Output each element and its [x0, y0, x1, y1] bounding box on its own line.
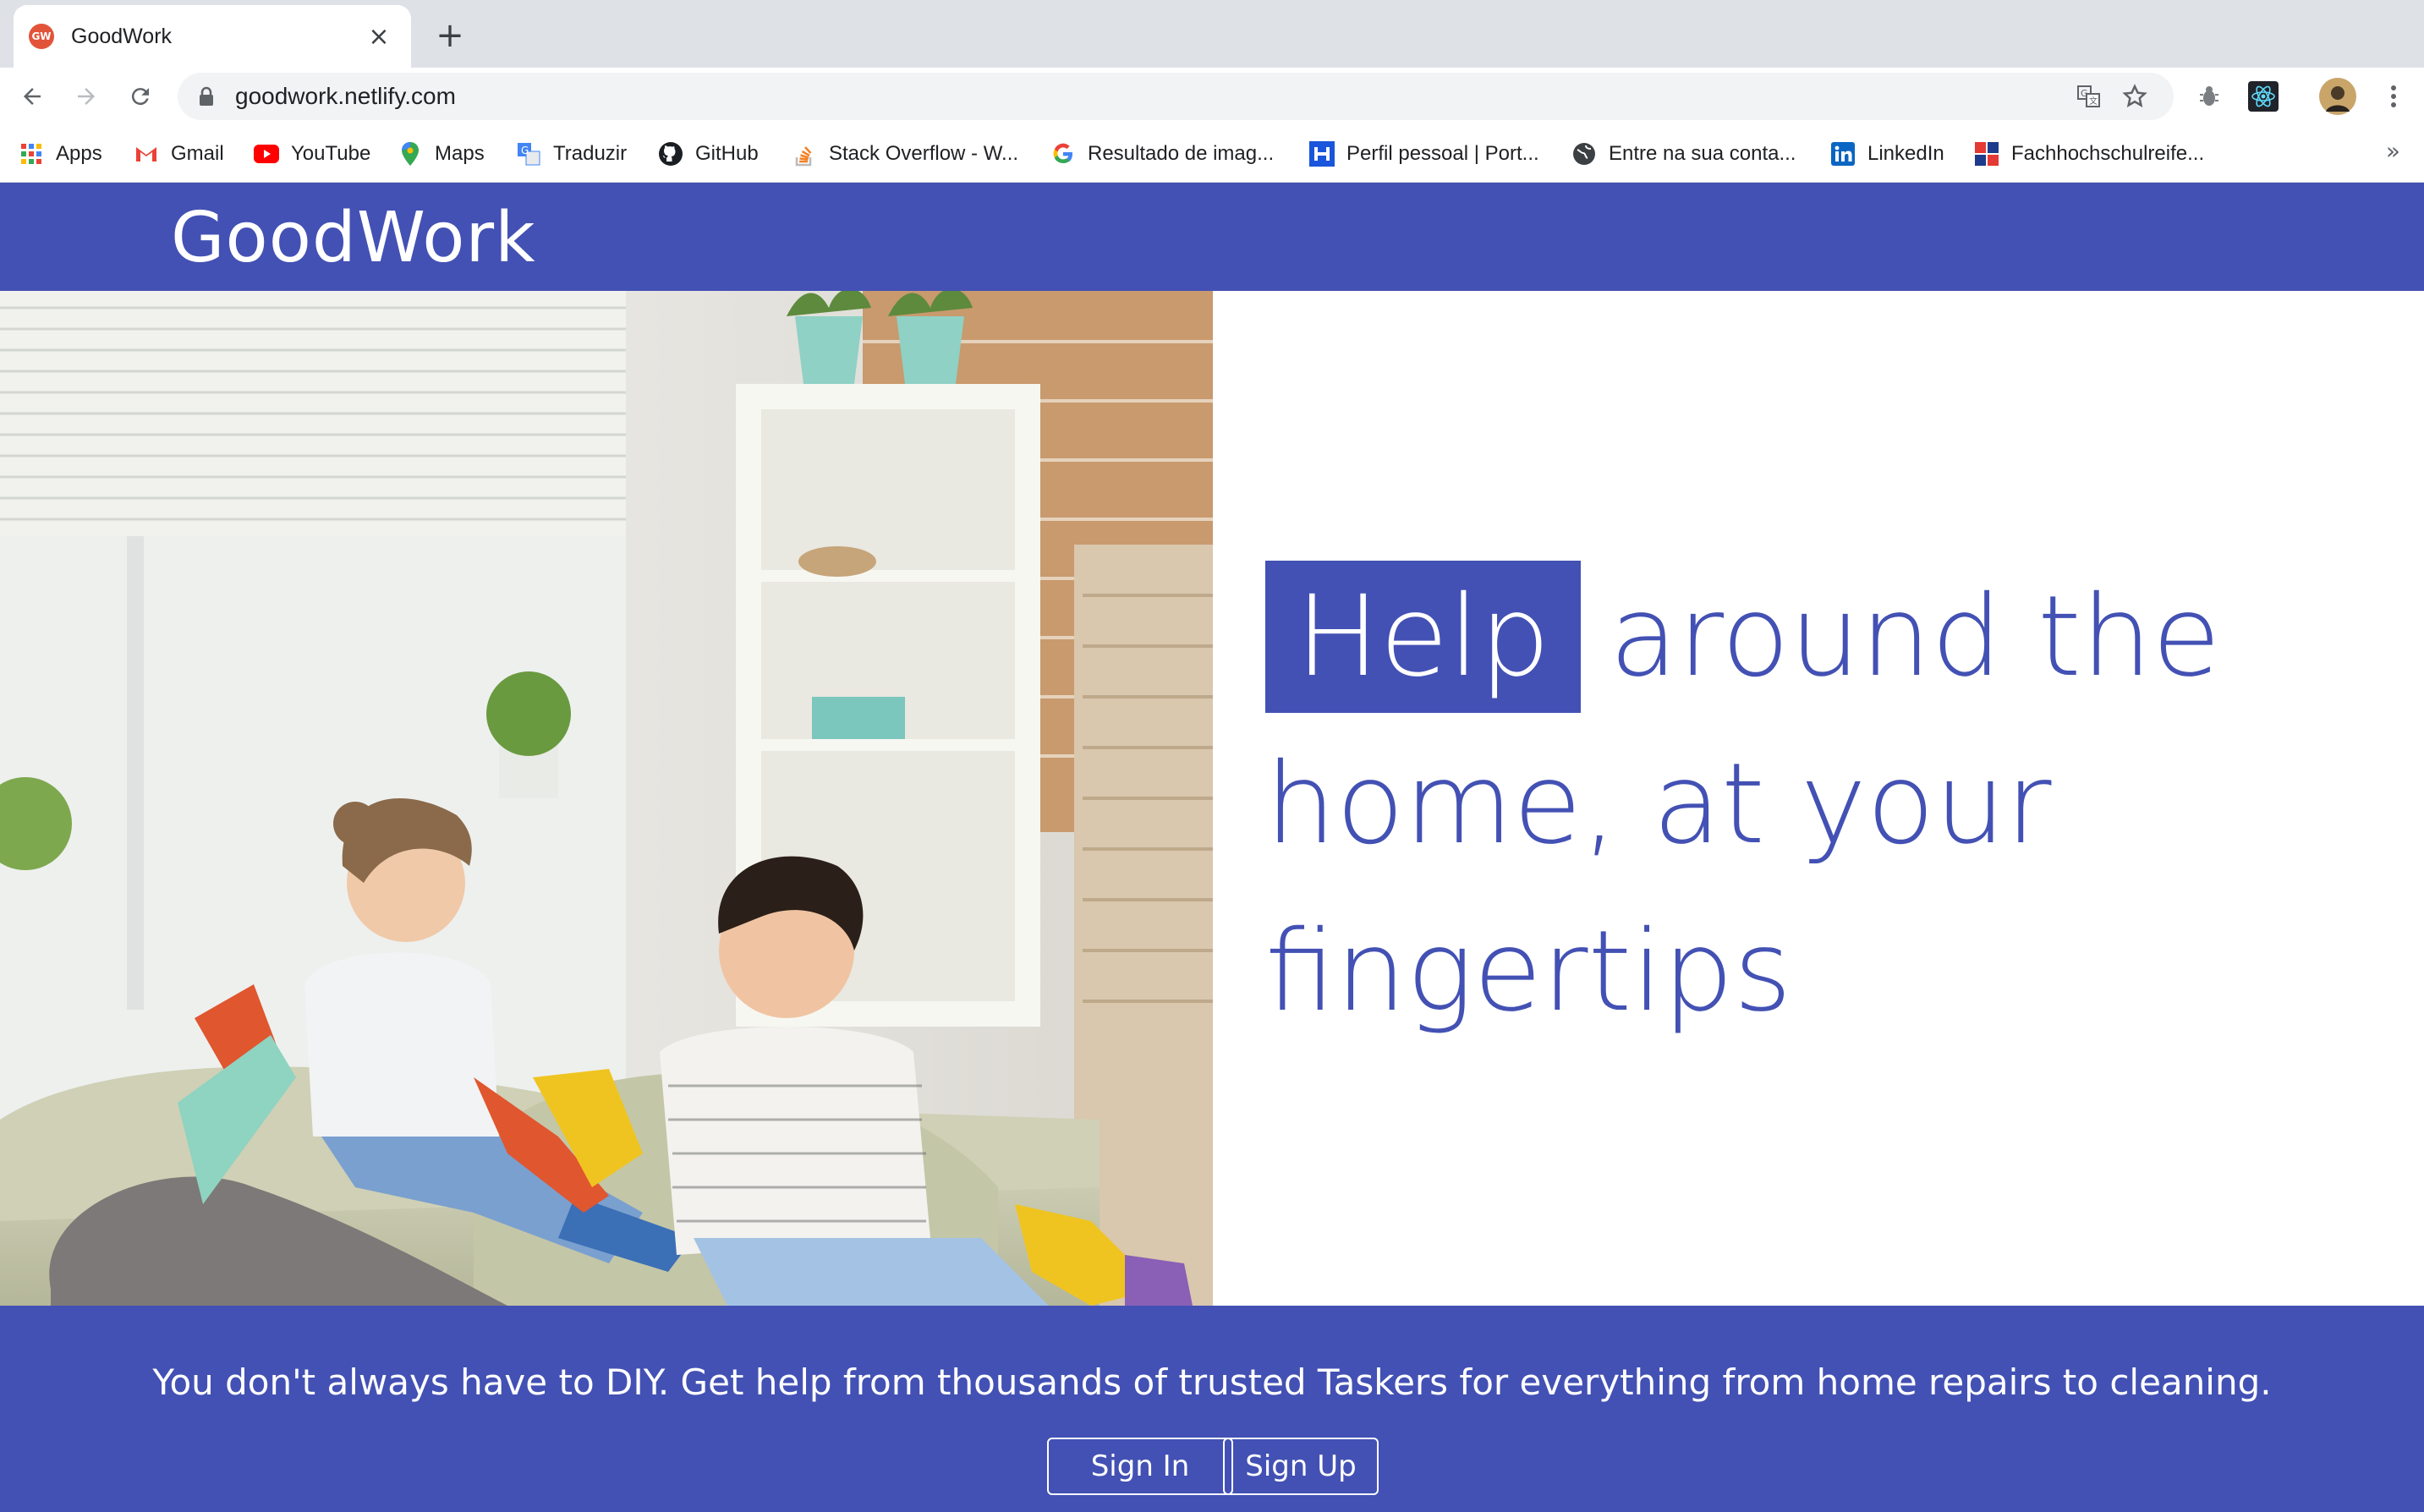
bookmarks-bar: Apps Gmail YouTube Maps G Traduzir GitHu…: [0, 125, 2424, 183]
browser-tabstrip: GW GoodWork × +: [0, 0, 2424, 68]
bookmark-label: Traduzir: [553, 142, 628, 165]
headline-line3: fingertips: [1265, 907, 1792, 1037]
bookmark-linkedin[interactable]: LinkedIn: [1830, 137, 1944, 171]
bookmark-github[interactable]: GitHub: [658, 137, 759, 171]
browser-menu-icon[interactable]: [2375, 78, 2412, 115]
sign-in-button[interactable]: Sign In: [1047, 1438, 1233, 1495]
mother-daughter-cleaning-image: [0, 291, 1213, 1306]
new-tab-icon[interactable]: +: [431, 16, 469, 55]
bookmark-stackoverflow[interactable]: Stack Overflow - W...: [792, 137, 1018, 171]
apps-grid-icon: [19, 141, 44, 167]
portal-icon: [1309, 141, 1335, 167]
google-icon: [1050, 141, 1076, 167]
site-header: GoodWork: [0, 183, 2424, 291]
stackoverflow-icon: [792, 141, 817, 167]
svg-text:G: G: [2081, 88, 2088, 99]
globe-icon: [1571, 141, 1597, 167]
bookmark-maps[interactable]: Maps: [398, 137, 485, 171]
close-tab-icon[interactable]: ×: [364, 21, 394, 52]
url-text: goodwork.netlify.com: [235, 83, 456, 109]
bookmark-label: Gmail: [171, 142, 224, 165]
lock-icon: [198, 86, 215, 111]
maps-icon: [398, 141, 423, 167]
bookmark-label: Maps: [435, 142, 485, 165]
translate-icon: G: [516, 141, 541, 167]
bookmark-apps[interactable]: Apps: [19, 137, 102, 171]
gmail-icon: [134, 141, 159, 167]
bookmark-gmail[interactable]: Gmail: [134, 137, 224, 171]
headline-highlight: Help: [1265, 561, 1581, 713]
bookmark-fachhochschulreife[interactable]: Fachhochschulreife...: [1974, 137, 2204, 171]
more-bookmarks-icon[interactable]: »: [2386, 137, 2400, 165]
browser-toolbar: goodwork.netlify.com G文: [0, 68, 2424, 125]
bookmark-label: LinkedIn: [1867, 142, 1944, 165]
youtube-icon: [254, 141, 279, 167]
bookmark-google-images[interactable]: Resultado de imag...: [1050, 137, 1274, 171]
github-icon: [658, 141, 683, 167]
bookmark-star-icon[interactable]: [2120, 81, 2150, 112]
headline-line1: around the: [1609, 572, 2221, 702]
back-icon[interactable]: [12, 76, 52, 117]
bookmark-label: Apps: [56, 142, 102, 165]
bookmark-label: Stack Overflow - W...: [829, 142, 1019, 165]
translate-page-icon[interactable]: G文: [2074, 81, 2104, 112]
profile-avatar-icon[interactable]: [2319, 78, 2356, 115]
bookmark-label: Perfil pessoal | Port...: [1346, 142, 1539, 165]
forward-icon[interactable]: [66, 76, 107, 117]
bookmark-traduzir[interactable]: G Traduzir: [516, 137, 627, 171]
hero-headline: Help around the home, at your fingertips: [1265, 553, 2280, 1055]
linkedin-icon: [1830, 141, 1856, 167]
sign-up-button[interactable]: Sign Up: [1223, 1438, 1379, 1495]
goodwork-favicon-icon: GW: [29, 24, 54, 49]
bookmark-youtube[interactable]: YouTube: [254, 137, 370, 171]
svg-text:G: G: [521, 145, 529, 156]
cta-section: You don't always have to DIY. Get help f…: [0, 1306, 2424, 1512]
site-logo[interactable]: GoodWork: [171, 198, 536, 278]
hero-photo: [0, 291, 1213, 1306]
bookmark-perfil-pessoal[interactable]: Perfil pessoal | Port...: [1309, 137, 1539, 171]
address-bar[interactable]: goodwork.netlify.com G文: [178, 73, 2174, 120]
browser-tab[interactable]: GW GoodWork ×: [14, 5, 411, 68]
bookmark-label: GitHub: [695, 142, 759, 165]
bookmark-label: YouTube: [291, 142, 371, 165]
tab-title: GoodWork: [71, 24, 173, 48]
react-devtools-icon[interactable]: [2245, 78, 2282, 115]
bookmark-label: Fachhochschulreife...: [2011, 142, 2205, 165]
svg-text:文: 文: [2089, 96, 2098, 107]
bookmark-entre-na-conta[interactable]: Entre na sua conta...: [1571, 137, 1796, 171]
headline-line2: home, at your: [1265, 739, 2052, 869]
reload-icon[interactable]: [120, 76, 161, 117]
fachhochschule-icon: [1974, 141, 1999, 167]
hero-section: Help around the home, at your fingertips: [0, 291, 2424, 1306]
bookmark-label: Entre na sua conta...: [1609, 142, 1796, 165]
tagline: You don't always have to DIY. Get help f…: [152, 1361, 2272, 1403]
bookmark-label: Resultado de imag...: [1088, 142, 1275, 165]
bug-extension-icon[interactable]: [2191, 78, 2228, 115]
